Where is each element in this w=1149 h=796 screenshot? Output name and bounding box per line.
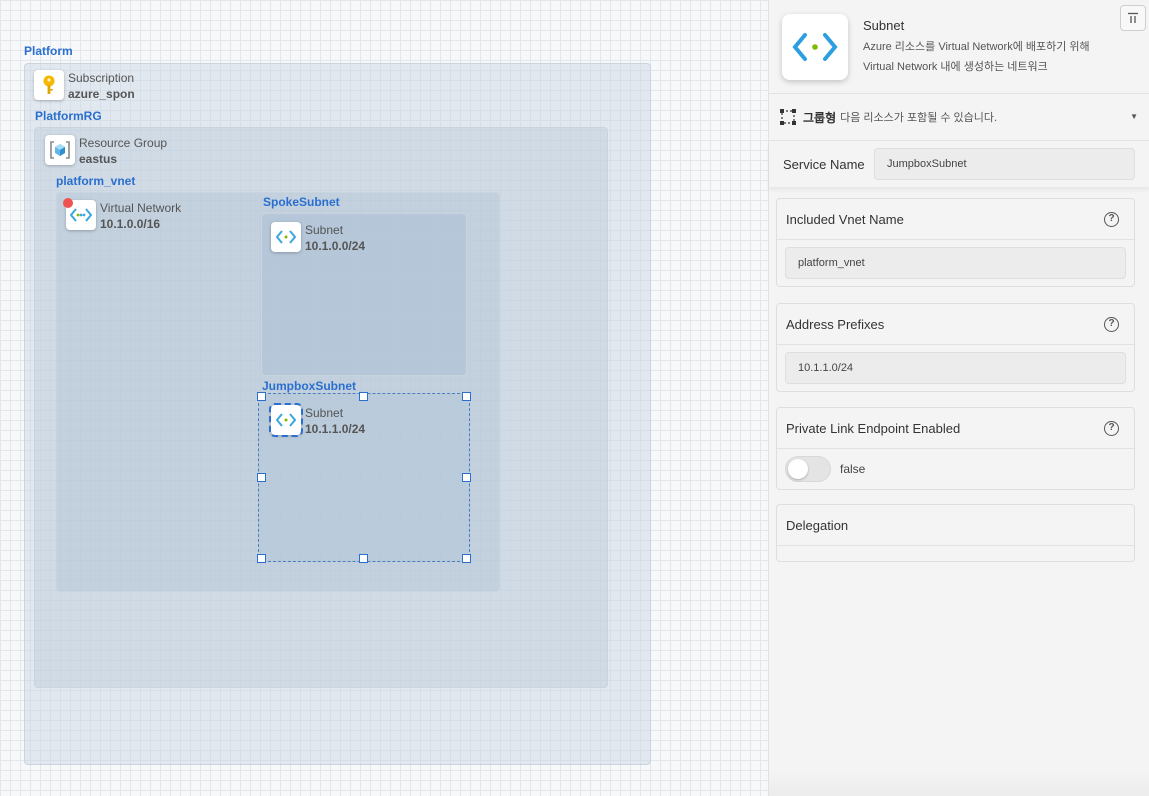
spoke-subnet-node[interactable]: Subnet 10.1.0.0/24 — [271, 222, 365, 254]
private-link-card: Private Link Endpoint Enabled ? false — [776, 407, 1135, 490]
group-icon — [780, 109, 796, 125]
resize-handle-bottom-right[interactable] — [462, 554, 471, 563]
private-link-toggle[interactable] — [785, 456, 831, 482]
private-link-value: false — [840, 462, 866, 476]
group-type-label: 그룹형 — [803, 110, 837, 125]
subscription-node[interactable]: Subscription azure_spon — [34, 70, 135, 102]
panel-bottom-bar — [769, 770, 1149, 796]
resize-handle-right[interactable] — [462, 473, 471, 482]
resource-group-node[interactable]: Resource Group eastus — [45, 135, 167, 167]
subnet-icon — [269, 403, 303, 437]
service-name-input[interactable]: JumpboxSubnet — [874, 148, 1135, 180]
caret-down-icon[interactable]: ▼ — [1130, 112, 1138, 121]
jumpbox-subnet-node[interactable]: Subnet 10.1.1.0/24 — [269, 403, 366, 437]
resize-handle-left[interactable] — [257, 473, 266, 482]
address-prefixes-input[interactable]: 10.1.1.0/24 — [785, 352, 1126, 384]
help-icon[interactable]: ? — [1104, 317, 1119, 332]
private-link-label: Private Link Endpoint Enabled — [786, 420, 961, 436]
subscription-title: Subscription — [68, 71, 135, 85]
jumpbox-subnet-label[interactable]: JumpboxSubnet — [262, 379, 356, 393]
key-icon — [34, 70, 64, 100]
virtual-network-title: Virtual Network — [100, 201, 182, 215]
jumpbox-subnet-value: 10.1.1.0/24 — [305, 422, 366, 436]
resource-group-title: Resource Group — [79, 136, 168, 150]
subscription-value: azure_spon — [68, 87, 135, 101]
panel-description: Azure 리소스를 Virtual Network에 배포하기 위해 Virt… — [863, 41, 1090, 73]
address-prefixes-label: Address Prefixes — [786, 316, 885, 332]
resize-handle-top-left[interactable] — [257, 392, 266, 401]
group-type-row[interactable]: 그룹형 다음 리소스가 포함될 수 있습니다. ▼ — [769, 94, 1149, 141]
vnet-name-input[interactable]: platform_vnet — [785, 247, 1126, 279]
resize-handle-top-right[interactable] — [462, 392, 471, 401]
subnet-icon — [271, 222, 301, 252]
resource-group-icon — [45, 135, 75, 165]
resize-handle-top[interactable] — [359, 392, 368, 401]
group-type-desc: 다음 리소스가 포함될 수 있습니다. — [840, 112, 998, 124]
address-prefixes-card: Address Prefixes ? 10.1.1.0/24 — [776, 303, 1135, 392]
subnet-icon — [782, 14, 848, 80]
resize-handle-bottom[interactable] — [359, 554, 368, 563]
vnet-name-card: Included Vnet Name ? platform_vnet — [776, 198, 1135, 287]
virtual-network-value: 10.1.0.0/16 — [100, 217, 161, 231]
spoke-subnet-value: 10.1.0.0/24 — [305, 239, 366, 253]
panel-header: Subnet Azure 리소스를 Virtual Network에 배포하기 … — [769, 0, 1149, 94]
jumpbox-subnet-title: Subnet — [305, 406, 344, 420]
diagram-canvas[interactable]: Platform Subscription azure_spon Platfor… — [0, 0, 768, 796]
error-indicator-dot — [63, 198, 73, 208]
scroll-top-icon — [1128, 12, 1138, 23]
service-name-row: Service Name JumpboxSubnet — [769, 141, 1149, 187]
vnet-group-label[interactable]: platform_vnet — [56, 174, 135, 188]
virtual-network-node[interactable]: Virtual Network 10.1.0.0/16 — [66, 200, 181, 232]
vnet-name-label: Included Vnet Name — [786, 211, 904, 227]
platform-group-label[interactable]: Platform — [24, 44, 73, 58]
platformrg-group-label[interactable]: PlatformRG — [35, 109, 102, 123]
property-panel: Subnet Azure 리소스를 Virtual Network에 배포하기 … — [768, 0, 1149, 796]
toggle-knob — [788, 459, 808, 479]
help-icon[interactable]: ? — [1104, 421, 1119, 436]
resize-handle-bottom-left[interactable] — [257, 554, 266, 563]
service-name-label: Service Name — [783, 156, 865, 172]
panel-title: Subnet — [863, 18, 905, 33]
delegation-label: Delegation — [786, 517, 849, 533]
spoke-subnet-label[interactable]: SpokeSubnet — [263, 195, 340, 209]
scroll-to-top-button[interactable] — [1120, 5, 1146, 31]
resource-group-value: eastus — [79, 152, 118, 166]
delegation-card: Delegation — [776, 504, 1135, 562]
help-icon[interactable]: ? — [1104, 212, 1119, 227]
spoke-subnet-title: Subnet — [305, 223, 344, 237]
